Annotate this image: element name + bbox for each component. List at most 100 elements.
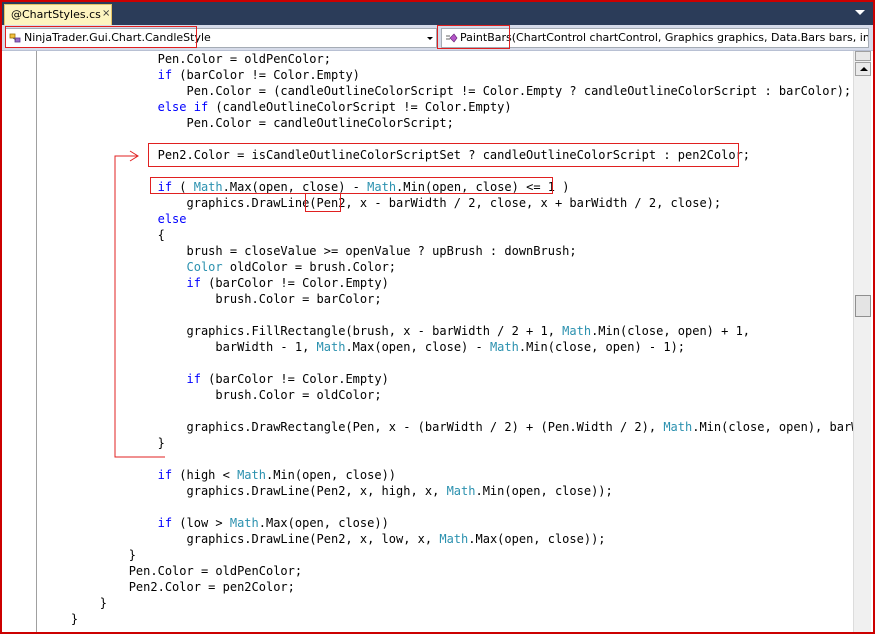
code-line[interactable]: brush.Color = barColor; (42, 291, 853, 307)
code-type-name: Math (367, 180, 397, 194)
code-type-name: Math (237, 468, 266, 482)
tab-chartstyles-cs[interactable]: @ChartStyles.cs × (4, 4, 112, 25)
code-type-name: Math (446, 484, 476, 498)
method-icon (446, 33, 458, 43)
code-line[interactable]: graphics.DrawLine(Pen2, x, low, x, Math.… (42, 531, 853, 547)
scroll-up-button[interactable] (855, 62, 871, 76)
code-line[interactable] (42, 403, 853, 419)
code-token: (barColor != Color.Empty) (200, 372, 389, 386)
code-token: } (42, 548, 136, 562)
code-line[interactable]: if (barColor != Color.Empty) (42, 275, 853, 291)
code-line[interactable]: if (high < Math.Min(open, close)) (42, 467, 853, 483)
code-type-name: Math (193, 180, 223, 194)
code-token: .Max(open, close) - (345, 340, 490, 354)
code-line[interactable] (42, 355, 853, 371)
code-line[interactable]: graphics.DrawLine(Pen2, x, high, x, Math… (42, 483, 853, 499)
code-token: .Min(close, open), barWidt (692, 420, 853, 434)
code-line[interactable]: Pen2.Color = pen2Color; (42, 579, 853, 595)
code-token: Pen2.Color = isCandleOutlineColorScriptS… (42, 148, 751, 162)
code-type-name: Math (316, 340, 346, 354)
code-line[interactable]: } (42, 611, 853, 627)
code-line[interactable]: Pen.Color = oldPenColor; (42, 51, 853, 67)
code-token: brush = closeValue >= openValue ? upBrus… (42, 244, 577, 258)
code-line[interactable]: barWidth - 1, Math.Max(open, close) - Ma… (42, 339, 853, 355)
code-line[interactable] (42, 163, 853, 179)
code-line[interactable]: Pen2.Color = isCandleOutlineColorScriptS… (42, 147, 853, 163)
code-token: } (42, 436, 165, 450)
code-token: graphics.DrawLine(Pen2, x, low, x, (42, 532, 440, 546)
code-type-name: Math (489, 340, 519, 354)
code-line[interactable]: Pen.Color = oldPenColor; (42, 563, 853, 579)
code-keyword: if (186, 276, 201, 290)
code-line[interactable]: } (42, 547, 853, 563)
code-line[interactable]: brush = closeValue >= openValue ? upBrus… (42, 243, 853, 259)
code-token: } (42, 596, 108, 610)
code-line[interactable] (42, 131, 853, 147)
code-token: .Min(open, close)) (265, 468, 397, 482)
code-type-name: Math (229, 516, 259, 530)
code-token: (barColor != Color.Empty) (172, 68, 360, 82)
code-token: graphics.DrawLine(Pen2, x, high, x, (42, 484, 447, 498)
vertical-scrollbar[interactable] (853, 51, 871, 632)
code-type-name: Math (562, 324, 592, 338)
editor-margin (2, 51, 34, 632)
code-line[interactable] (42, 307, 853, 323)
code-token: graphics.FillRectangle(brush, x - barWid… (42, 324, 563, 338)
code-line[interactable]: graphics.FillRectangle(brush, x - barWid… (42, 323, 853, 339)
code-text[interactable]: Pen.Color = oldPenColor; if (barColor !=… (42, 51, 853, 627)
code-editor[interactable]: Pen.Color = oldPenColor; if (barColor !=… (2, 51, 853, 632)
code-line[interactable]: else (42, 211, 853, 227)
code-line[interactable]: else if (candleOutlineColorScript != Col… (42, 99, 853, 115)
code-line[interactable]: Color oldColor = brush.Color; (42, 259, 853, 275)
code-token: (high < (172, 468, 238, 482)
code-token: Pen.Color = (candleOutlineColorScript !=… (42, 84, 852, 98)
navigation-bar: NinjaTrader.Gui.Chart.CandleStyle PaintB… (2, 25, 873, 51)
split-handle[interactable] (855, 51, 871, 61)
code-line[interactable]: graphics.DrawLine(Pen2, x - barWidth / 2… (42, 195, 853, 211)
code-line[interactable]: Pen.Color = candleOutlineColorScript; (42, 115, 853, 131)
close-icon[interactable]: × (102, 9, 111, 19)
code-line[interactable]: Pen.Color = (candleOutlineColorScript !=… (42, 83, 853, 99)
code-line[interactable] (42, 451, 853, 467)
code-token: (low > (172, 516, 230, 530)
code-keyword: if (193, 100, 209, 114)
code-line[interactable]: } (42, 595, 853, 611)
member-dropdown[interactable]: PaintBars(ChartControl chartControl, Gra… (441, 28, 869, 48)
code-token: .Min(open, close) <= 1 ) (396, 180, 570, 194)
type-dropdown[interactable]: NinjaTrader.Gui.Chart.CandleStyle (5, 28, 437, 48)
code-keyword: if (157, 180, 173, 194)
code-line[interactable]: brush.Color = oldColor; (42, 387, 853, 403)
code-token: .Max(open, close)); (468, 532, 606, 546)
code-line[interactable]: if (barColor != Color.Empty) (42, 67, 853, 83)
code-token: .Min(open, close)); (475, 484, 613, 498)
code-token: .Max(open, close)) (258, 516, 389, 530)
code-token: brush.Color = barColor; (42, 292, 382, 306)
code-line[interactable] (42, 499, 853, 515)
code-line[interactable]: if (low > Math.Max(open, close)) (42, 515, 853, 531)
scroll-thumb[interactable] (855, 295, 871, 317)
code-keyword: if (157, 516, 173, 530)
code-line[interactable]: if (barColor != Color.Empty) (42, 371, 853, 387)
tab-list-dropdown-icon[interactable] (855, 10, 865, 15)
code-token: { (42, 228, 165, 242)
code-token: (barColor != Color.Empty) (200, 276, 389, 290)
code-token: ( (172, 180, 194, 194)
code-line[interactable]: { (42, 227, 853, 243)
code-keyword: else (157, 212, 187, 226)
code-line[interactable]: } (42, 435, 853, 451)
code-line[interactable]: graphics.DrawRectangle(Pen, x - (barWidt… (42, 419, 853, 435)
code-token: graphics.DrawLine(Pen2, x - barWidth / 2… (42, 196, 722, 210)
outlining-guide (36, 51, 37, 632)
code-keyword: if (157, 468, 173, 482)
code-line[interactable]: if ( Math.Max(open, close) - Math.Min(op… (42, 179, 853, 195)
type-dropdown-value: NinjaTrader.Gui.Chart.CandleStyle (24, 31, 211, 44)
